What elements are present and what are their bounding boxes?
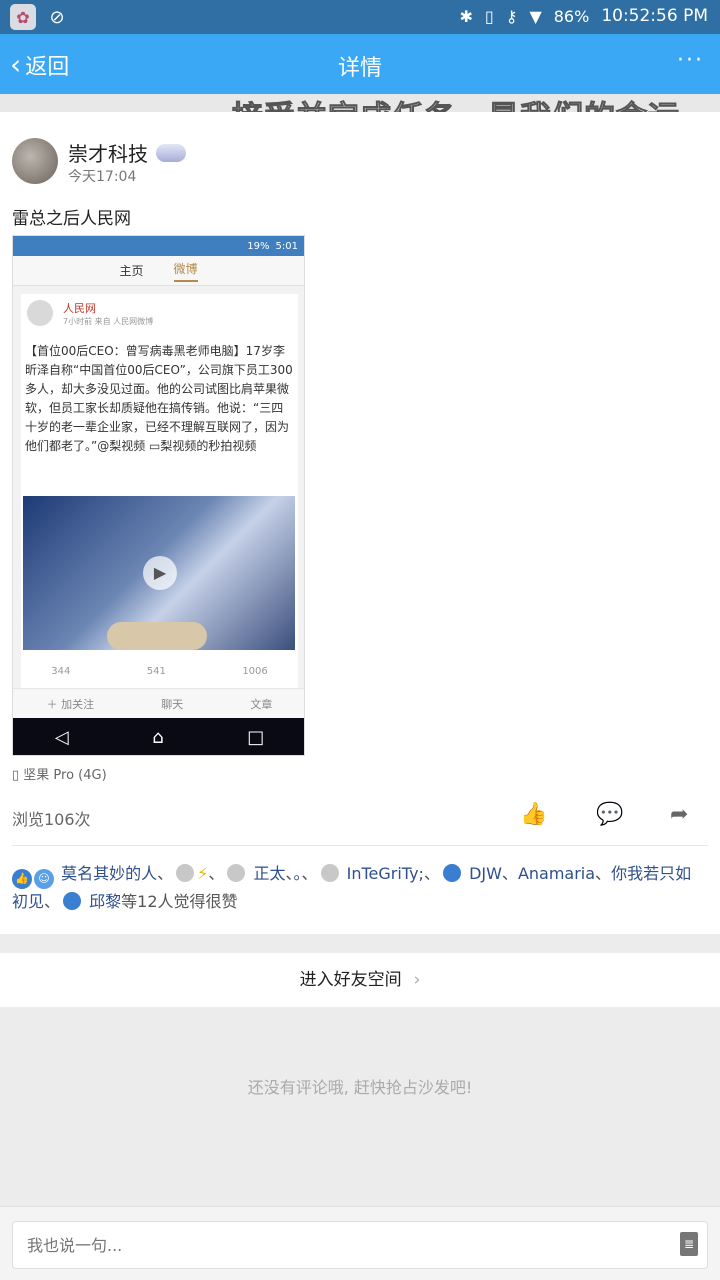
liker-avatar[interactable] — [176, 864, 195, 882]
image-body-text: 【首位00后CEO：曾写病毒黑老师电脑】17岁李昕泽自称“中国首位00后CEO”… — [25, 344, 293, 453]
author-row: 崇才科技 — [68, 138, 186, 167]
liker-avatar[interactable] — [442, 864, 461, 882]
liker-avatar[interactable] — [320, 864, 339, 882]
play-icon: ▶ — [143, 556, 177, 590]
nav-bar: ‹ 返回 详情 ··· — [0, 34, 720, 94]
image-weibo-card: 人民网 7小时前 来自 人民网微博 【首位00后CEO：曾写病毒黑老师电脑】17… — [21, 294, 298, 690]
post-card: 崇才科技 今天17:04 雷总之后人民网 19% 5:01 主页 微博 人民网 … — [0, 112, 720, 934]
image-back-icon: ◁ — [54, 727, 69, 748]
image-source-name: 人民网 — [63, 302, 96, 315]
lightning-icon: ⚡ — [197, 864, 209, 883]
image-tab-weibo: 微博 — [173, 260, 198, 282]
page-title: 详情 — [337, 56, 382, 81]
image-overlay-pill — [107, 622, 207, 650]
image-status-bar: 19% 5:01 — [13, 236, 304, 256]
view-count: 浏览106次 — [12, 810, 91, 829]
likes-list: 👍 ☺ 莫名其妙的人、 ⚡、 正太、。、 InTeGriTy;、 DJW、Anama… — [12, 864, 692, 911]
no-disturb-icon: ⊘ — [49, 6, 65, 28]
share-button[interactable]: ➦ — [670, 802, 688, 827]
clock: 10:52:56 PM — [601, 6, 708, 26]
divider — [12, 845, 708, 846]
liker-name[interactable]: Anamaria — [518, 864, 595, 883]
image-tabs: 主页 微博 — [13, 256, 304, 286]
image-tab-home: 主页 — [119, 264, 144, 278]
image-recent-icon: □ — [247, 727, 265, 748]
liker-avatar[interactable] — [63, 892, 82, 910]
post-text: 雷总之后人民网 — [12, 209, 131, 229]
image-home-icon: ⌂ — [152, 727, 164, 748]
comment-button[interactable]: 💬 — [596, 802, 623, 827]
liker-name[interactable]: 莫名其妙的人 — [61, 864, 157, 883]
app-notification-icon: ✿ — [10, 4, 36, 30]
image-time: 5:01 — [275, 240, 298, 252]
document-icon[interactable]: ≣ — [680, 1232, 698, 1256]
status-bar: ✿ ⊘ ✱ ▯ ⚷ ▼ 86% 10:52:56 PM — [0, 0, 720, 34]
image-battery: 19% — [247, 240, 270, 252]
liker-name[interactable]: 。 — [294, 864, 302, 883]
friend-space-label: 进入好友空间 — [299, 970, 402, 990]
more-menu-button[interactable]: ··· — [677, 48, 704, 73]
author-avatar[interactable] — [12, 138, 58, 184]
image-repost-count: 344 — [51, 666, 71, 677]
phone-icon: ▯ — [12, 768, 20, 783]
friend-space-link[interactable]: 进入好友空间 › — [0, 953, 720, 1007]
post-time: 今天17:04 — [68, 169, 137, 185]
device-name: 坚果 Pro (4G) — [23, 768, 107, 783]
post-image[interactable]: 19% 5:01 主页 微博 人民网 7小时前 来自 人民网微博 【首位00后C… — [12, 235, 305, 756]
liker-name[interactable]: 邱黎 — [89, 892, 121, 911]
image-like-count: 1006 — [242, 666, 268, 677]
chevron-right-icon: › — [413, 970, 421, 990]
battery-level: 86% — [553, 6, 590, 26]
liker-name[interactable]: DJW — [469, 864, 502, 883]
image-actions: ＋ 加关注 聊天 文章 — [13, 688, 304, 718]
thumbs-up-icon: 👍 — [12, 869, 32, 889]
wifi-icon: ▼ — [529, 6, 542, 26]
key-icon: ⚷ — [505, 6, 518, 26]
device-label: ▯ 坚果 Pro (4G) — [12, 764, 107, 783]
image-article: 文章 — [250, 697, 273, 711]
image-stats: 344 541 1006 — [13, 666, 304, 677]
image-chat: 聊天 — [161, 697, 184, 711]
bluetooth-icon: ✱ — [459, 6, 473, 26]
image-source-meta: 7小时前 来自 人民网微博 — [63, 317, 154, 326]
comment-input[interactable] — [12, 1221, 708, 1269]
likes-suffix: 等12人觉得很赞 — [121, 892, 238, 911]
vibrate-icon: ▯ — [484, 6, 494, 26]
image-follow: ＋ 加关注 — [46, 697, 95, 711]
comment-bar: ≣ — [0, 1206, 720, 1280]
author-name[interactable]: 崇才科技 — [68, 138, 148, 167]
smile-icon: ☺ — [34, 869, 54, 889]
like-button[interactable]: 👍 — [520, 802, 547, 827]
image-comment-count: 541 — [146, 666, 166, 677]
image-android-nav: ◁ ⌂ □ — [13, 718, 304, 755]
liker-name[interactable]: InTeGriTy; — [347, 864, 424, 883]
image-source-avatar — [27, 300, 53, 326]
vip-badge-icon — [156, 143, 186, 162]
liker-avatar[interactable] — [227, 864, 246, 882]
liker-name[interactable]: 正太 — [253, 864, 285, 883]
empty-comments-text: 还没有评论哦, 赶快抢占沙发吧! — [247, 1078, 473, 1097]
